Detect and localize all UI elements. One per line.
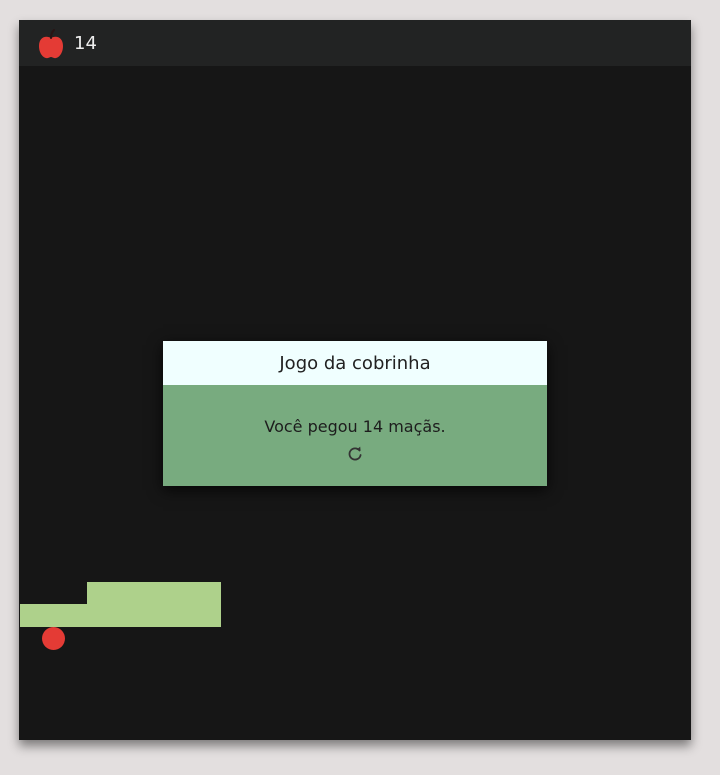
game-over-dialog: Jogo da cobrinha Você pegou 14 maçãs. [163, 341, 547, 486]
restart-button[interactable] [346, 445, 364, 463]
score-bar: 14 [19, 20, 691, 66]
score-value: 14 [74, 33, 97, 54]
apple-icon [39, 29, 63, 59]
game-window: 14 Jogo da cobrinha Você pegou 14 maçãs. [19, 20, 691, 740]
food-apple [42, 627, 65, 650]
snake-segment [87, 582, 221, 605]
game-board: Jogo da cobrinha Você pegou 14 maçãs. [19, 66, 691, 740]
game-over-message: Você pegou 14 maçãs. [264, 417, 446, 436]
snake-segment [20, 604, 221, 627]
restart-icon [348, 446, 362, 461]
dialog-title: Jogo da cobrinha [163, 341, 547, 385]
dialog-body: Você pegou 14 maçãs. [163, 385, 547, 486]
